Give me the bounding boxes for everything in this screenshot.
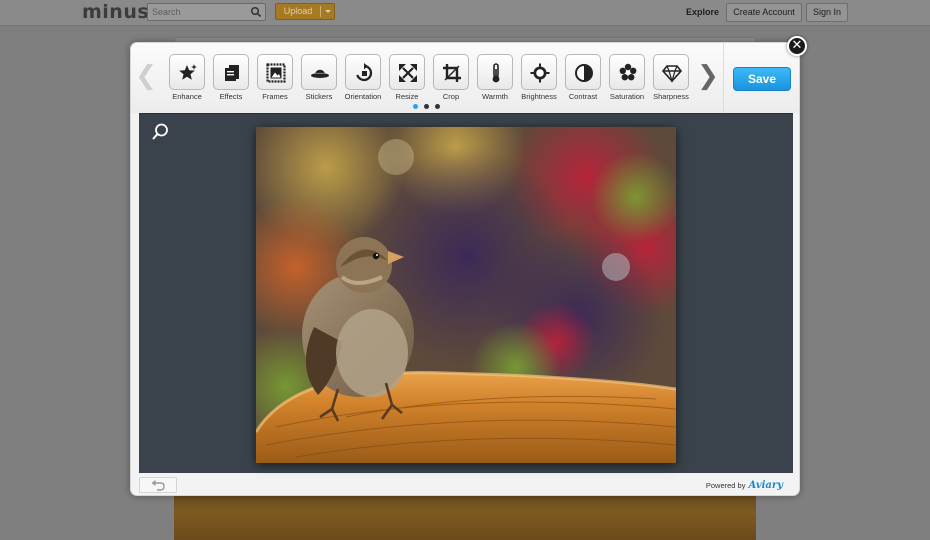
- upload-divider: [320, 6, 321, 17]
- tool-sharpness[interactable]: Sharpness: [651, 54, 691, 104]
- tool-label: Sharpness: [653, 92, 689, 101]
- toolbar-divider: [723, 43, 724, 113]
- editor-toolbar: ❮ Enhance Effects Frames Stickers Orient…: [131, 43, 799, 113]
- tool-contrast[interactable]: Contrast: [563, 54, 603, 104]
- tool-enhance[interactable]: Enhance: [167, 54, 207, 104]
- nav-explore-link[interactable]: Explore: [686, 7, 719, 17]
- undo-icon: [151, 480, 165, 491]
- brightness-button[interactable]: [521, 54, 557, 90]
- tool-frames[interactable]: Frames: [255, 54, 295, 104]
- create-account-button[interactable]: Create Account: [726, 3, 802, 22]
- rotate-icon: [356, 63, 373, 82]
- warmth-button[interactable]: [477, 54, 513, 90]
- pager-dot-active[interactable]: [413, 104, 418, 109]
- pager-dot[interactable]: [435, 104, 440, 109]
- orientation-button[interactable]: [345, 54, 381, 90]
- star-sparkle-icon: [179, 64, 197, 80]
- site-logo[interactable]: minus: [82, 1, 149, 23]
- tool-pager: [413, 104, 443, 110]
- chevron-down-icon[interactable]: [325, 10, 331, 13]
- tool-saturation[interactable]: Saturation: [607, 54, 647, 104]
- hat-icon: [311, 69, 329, 78]
- sun-icon: [530, 63, 550, 83]
- frame-icon: [266, 63, 286, 83]
- tools-prev-arrow-icon[interactable]: ❮: [133, 43, 159, 113]
- tool-effects[interactable]: Effects: [211, 54, 251, 104]
- sparrow-photo[interactable]: [256, 127, 676, 463]
- thermometer-icon: [492, 63, 500, 83]
- powered-by-label: Powered by: [705, 481, 746, 490]
- crop-icon: [443, 64, 461, 82]
- undo-button[interactable]: [139, 477, 177, 493]
- tool-crop[interactable]: Crop: [431, 54, 471, 104]
- frames-button[interactable]: [257, 54, 293, 90]
- editor-canvas: [139, 113, 793, 473]
- background-photo-strip: [174, 495, 756, 540]
- resize-button[interactable]: [389, 54, 425, 90]
- tool-warmth[interactable]: Warmth: [475, 54, 515, 104]
- search-box: [147, 3, 266, 21]
- save-button[interactable]: Save: [733, 67, 791, 91]
- contrast-button[interactable]: [565, 54, 601, 90]
- saturation-button[interactable]: [609, 54, 645, 90]
- site-header: minus Upload Explore Create Account Sign…: [0, 0, 930, 26]
- tool-brightness[interactable]: Brightness: [519, 54, 559, 104]
- diamond-icon: [662, 65, 682, 83]
- stickers-button[interactable]: [301, 54, 337, 90]
- contrast-icon: [575, 64, 593, 82]
- photo-editor-modal: ❮ Enhance Effects Frames Stickers Orient…: [130, 42, 800, 496]
- zoom-icon[interactable]: [151, 123, 169, 141]
- upload-label: Upload: [283, 6, 313, 16]
- tool-resize[interactable]: Resize: [387, 54, 427, 104]
- aviary-logo[interactable]: Aviary: [748, 480, 783, 491]
- effects-button[interactable]: [213, 54, 249, 90]
- crop-button[interactable]: [433, 54, 469, 90]
- upload-button[interactable]: Upload: [275, 3, 335, 20]
- close-icon[interactable]: ✕: [787, 36, 807, 56]
- sign-in-button[interactable]: Sign In: [806, 3, 848, 22]
- tool-list: Enhance Effects Frames Stickers Orientat…: [167, 54, 691, 104]
- resize-icon: [399, 64, 417, 82]
- powered-by: Powered by Aviary: [706, 480, 783, 491]
- tools-next-arrow-icon[interactable]: ❯: [695, 43, 721, 113]
- search-icon[interactable]: [250, 6, 262, 18]
- effects-icon: [225, 65, 239, 81]
- search-input[interactable]: [148, 4, 248, 20]
- tool-stickers[interactable]: Stickers: [299, 54, 339, 104]
- photo-image: [256, 127, 676, 463]
- editor-bottombar: Powered by Aviary: [131, 475, 799, 495]
- pager-dot[interactable]: [424, 104, 429, 109]
- saturation-icon: [619, 63, 637, 81]
- enhance-button[interactable]: [169, 54, 205, 90]
- tool-orientation[interactable]: Orientation: [343, 54, 383, 104]
- sharpness-button[interactable]: [653, 54, 689, 90]
